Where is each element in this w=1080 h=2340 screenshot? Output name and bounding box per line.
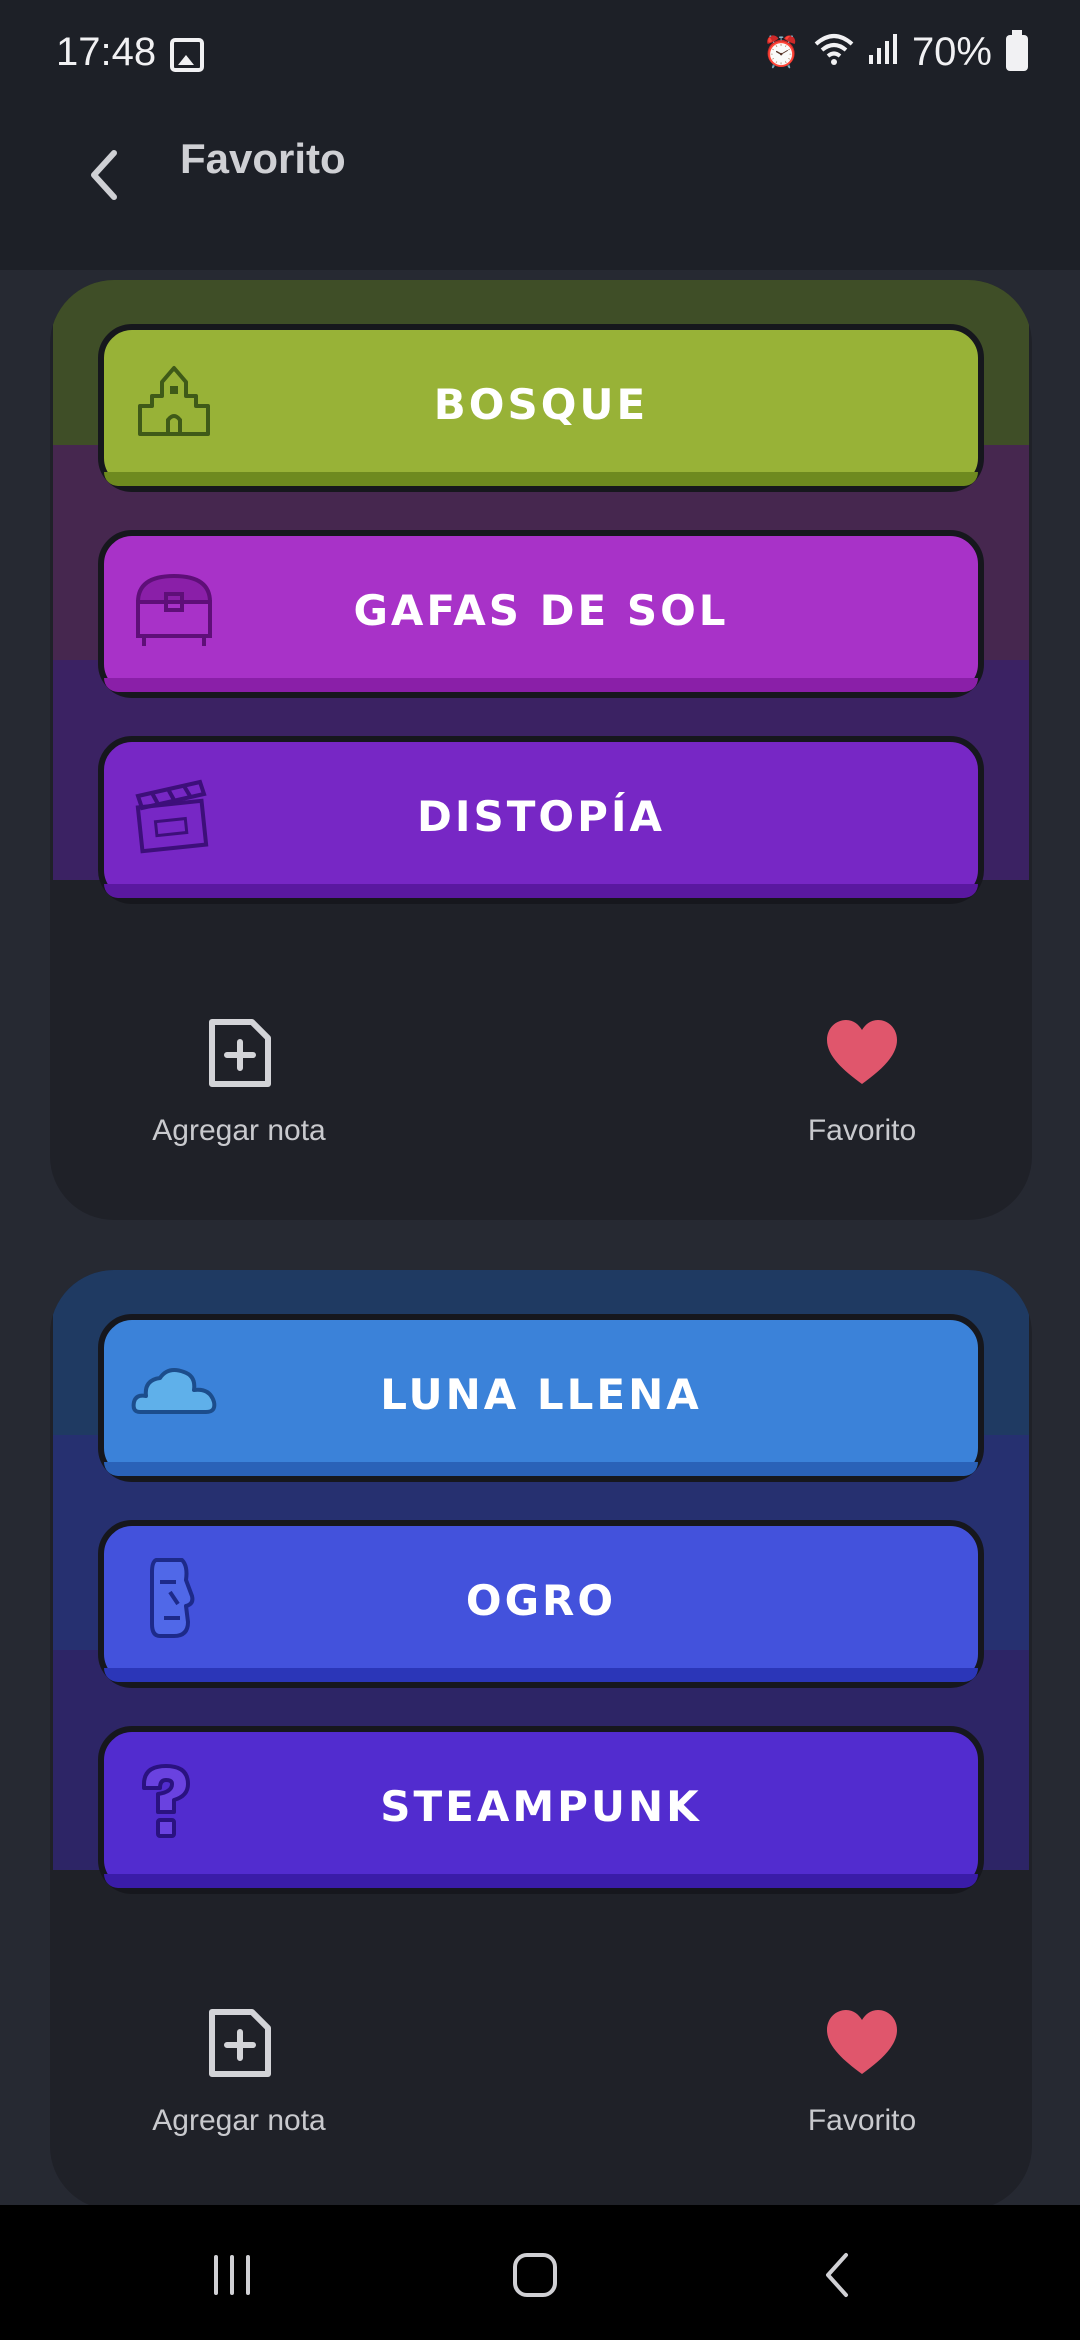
word-label: Gafas de sol: [353, 585, 729, 635]
alarm-icon: ⏰: [762, 36, 800, 69]
treasure-chest-icon: [135, 573, 213, 646]
word-label: Luna llena: [380, 1369, 702, 1419]
word-label: Bosque: [433, 379, 649, 429]
question-mark-icon: [142, 1764, 190, 1838]
word-button-bosque[interactable]: Bosque: [98, 324, 984, 492]
wifi-icon: [814, 32, 854, 74]
add-note-icon: [209, 1019, 271, 1087]
heart-icon: [827, 1020, 897, 1084]
card-actions: Agregar nota Favorito: [50, 1000, 1032, 1200]
back-nav-button[interactable]: [778, 2240, 898, 2310]
favorites-list[interactable]: Bosque Gafas de sol Distopía: [0, 270, 1080, 2210]
word-label: Steampunk: [380, 1781, 702, 1831]
word-button-luna-llena[interactable]: Luna llena: [98, 1314, 984, 1482]
favorite-card: Bosque Gafas de sol Distopía: [50, 280, 1032, 1220]
word-button-gafas-de-sol[interactable]: Gafas de sol: [98, 530, 984, 698]
app-bar: Favorito: [0, 110, 1080, 270]
home-icon: [513, 2253, 557, 2297]
word-label: Ogro: [465, 1575, 617, 1625]
favorite-button[interactable]: Favorito: [732, 1990, 992, 2190]
add-note-label: Agregar nota: [152, 1114, 326, 1147]
castle-icon: [138, 366, 210, 436]
word-label: Distopía: [416, 791, 665, 841]
chevron-left-icon: [91, 150, 117, 200]
status-bar: 17:48 ⏰ 70%: [0, 0, 1080, 110]
recent-apps-button[interactable]: [172, 2240, 292, 2310]
signal-icon: [868, 33, 898, 73]
back-button[interactable]: [60, 130, 150, 220]
add-note-label: Agregar nota: [152, 2104, 326, 2137]
card-actions: Agregar nota Favorito: [50, 1990, 1032, 2190]
word-button-distopia[interactable]: Distopía: [98, 736, 984, 904]
heart-icon: [827, 2010, 897, 2074]
favorite-card: Luna llena Ogro Steampunk: [50, 1270, 1032, 2210]
add-note-icon: [209, 2009, 271, 2077]
clapperboard-icon: [135, 779, 209, 854]
page-title: Favorito: [180, 135, 346, 182]
recent-apps-icon: [214, 2255, 250, 2295]
word-button-ogro[interactable]: Ogro: [98, 1520, 984, 1688]
add-note-button[interactable]: Agregar nota: [109, 1990, 369, 2190]
word-button-steampunk[interactable]: Steampunk: [98, 1726, 984, 1894]
status-time: 17:48: [56, 30, 157, 74]
chevron-left-icon: [826, 2253, 848, 2297]
battery-percentage: 70%: [911, 30, 992, 74]
add-note-button[interactable]: Agregar nota: [109, 1000, 369, 1200]
gallery-icon: [170, 38, 204, 72]
favorite-label: Favorito: [807, 1114, 917, 1147]
status-indicators: ⏰ 70%: [762, 29, 1028, 75]
home-button[interactable]: [475, 2240, 595, 2310]
system-nav-bar: [0, 2205, 1080, 2340]
favorite-label: Favorito: [807, 2104, 917, 2137]
favorite-button[interactable]: Favorito: [732, 1000, 992, 1200]
moai-icon: [150, 1558, 195, 1638]
cloud-icon: [131, 1368, 217, 1414]
battery-icon: [1006, 29, 1028, 71]
